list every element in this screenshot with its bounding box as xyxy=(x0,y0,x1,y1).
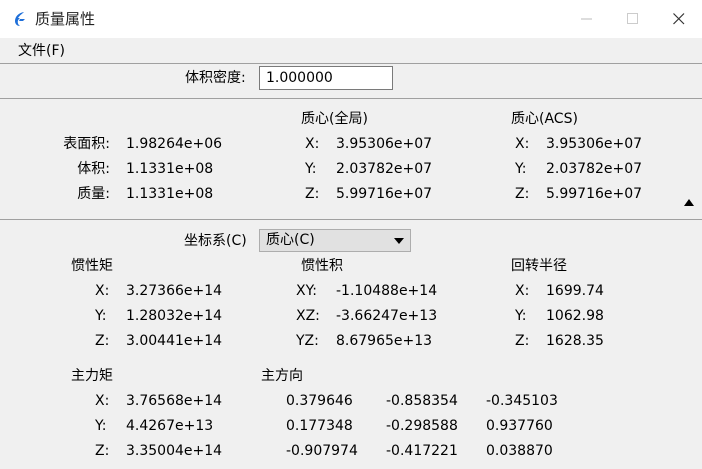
divider xyxy=(0,98,702,99)
direction-value: -0.907974 xyxy=(286,443,358,459)
center-global-header: 质心(全局) xyxy=(301,111,368,127)
acs-value: 3.95306e+07 xyxy=(546,136,643,152)
moment-value: 3.27366e+14 xyxy=(126,283,223,299)
direction-value: 0.038870 xyxy=(486,443,553,459)
divider xyxy=(0,219,702,220)
moment-value: 1.28032e+14 xyxy=(126,308,223,324)
principal-moment-value: 3.76568e+14 xyxy=(126,393,223,409)
acs-axis-label: Y: xyxy=(515,161,527,177)
moment-of-inertia-header: 惯性矩 xyxy=(71,258,113,274)
center-value: 2.03782e+07 xyxy=(336,161,433,177)
gyration-value: 1699.74 xyxy=(546,283,604,299)
acs-value: 2.03782e+07 xyxy=(546,161,643,177)
principal-moment-header: 主力矩 xyxy=(71,368,113,384)
radius-of-gyration-header: 回转半径 xyxy=(511,258,567,274)
acs-value: 5.99716e+07 xyxy=(546,186,643,202)
principal-moment-value: 4.4267e+13 xyxy=(126,418,214,434)
principal-axis-label: Z: xyxy=(95,443,110,459)
collapse-arrow-icon[interactable] xyxy=(684,199,694,206)
mass-value: 1.1331e+08 xyxy=(126,186,214,202)
direction-value: 0.937760 xyxy=(486,418,553,434)
center-value: 3.95306e+07 xyxy=(336,136,433,152)
window-title: 质量属性 xyxy=(35,10,96,28)
menu-file[interactable]: 文件(F) xyxy=(18,42,65,60)
volume-label: 体积: xyxy=(77,161,110,177)
product-axis-label: YZ: xyxy=(296,333,319,349)
surface-area-label: 表面积: xyxy=(63,136,110,152)
product-value: -1.10488e+14 xyxy=(336,283,438,299)
volume-value: 1.1331e+08 xyxy=(126,161,214,177)
minimize-icon xyxy=(581,18,592,20)
maximize-icon xyxy=(627,13,638,24)
divider xyxy=(0,63,702,64)
moment-value: 3.00441e+14 xyxy=(126,333,223,349)
direction-value: -0.298588 xyxy=(386,418,458,434)
direction-value: -0.858354 xyxy=(386,393,458,409)
direction-value: -0.417221 xyxy=(386,443,458,459)
coordinate-system-label: 坐标系(C) xyxy=(184,233,247,249)
gyration-axis-label: Y: xyxy=(515,308,527,324)
principal-axis-label: X: xyxy=(95,393,110,409)
gyration-axis-label: X: xyxy=(515,283,530,299)
direction-value: 0.177348 xyxy=(286,418,353,434)
center-acs-header: 质心(ACS) xyxy=(511,111,578,127)
maximize-button[interactable] xyxy=(610,0,656,38)
coordinate-system-value: 质心(C) xyxy=(266,232,315,248)
center-axis-label: Z: xyxy=(305,186,320,202)
direction-value: -0.345103 xyxy=(486,393,558,409)
center-axis-label: Y: xyxy=(305,161,317,177)
principal-direction-header: 主方向 xyxy=(261,368,303,384)
close-button[interactable] xyxy=(656,0,702,38)
center-axis-label: X: xyxy=(305,136,320,152)
moment-axis-label: Y: xyxy=(95,308,107,324)
density-input[interactable]: 1.000000 xyxy=(259,66,393,90)
product-value: 8.67965e+13 xyxy=(336,333,433,349)
acs-axis-label: Z: xyxy=(515,186,530,202)
gyration-value: 1628.35 xyxy=(546,333,604,349)
app-logo-icon xyxy=(11,10,29,28)
gyration-axis-label: Z: xyxy=(515,333,530,349)
menu-bar: 文件(F) xyxy=(0,38,702,63)
product-value: -3.66247e+13 xyxy=(336,308,438,324)
direction-value: 0.379646 xyxy=(286,393,353,409)
principal-moment-value: 3.35004e+14 xyxy=(126,443,223,459)
title-bar: 质量属性 xyxy=(0,0,702,38)
coordinate-system-select[interactable]: 质心(C) xyxy=(259,229,411,252)
mass-label: 质量: xyxy=(77,186,110,202)
density-label: 体积密度: xyxy=(185,70,246,86)
moment-axis-label: X: xyxy=(95,283,110,299)
surface-area-value: 1.98264e+06 xyxy=(126,136,223,152)
minimize-button[interactable] xyxy=(564,0,610,38)
principal-axis-label: Y: xyxy=(95,418,107,434)
product-of-inertia-header: 惯性积 xyxy=(301,258,343,274)
gyration-value: 1062.98 xyxy=(546,308,604,324)
acs-axis-label: X: xyxy=(515,136,530,152)
moment-axis-label: Z: xyxy=(95,333,110,349)
center-value: 5.99716e+07 xyxy=(336,186,433,202)
chevron-down-icon xyxy=(394,238,404,244)
product-axis-label: XY: xyxy=(296,283,317,299)
product-axis-label: XZ: xyxy=(296,308,320,324)
close-icon xyxy=(673,13,685,25)
